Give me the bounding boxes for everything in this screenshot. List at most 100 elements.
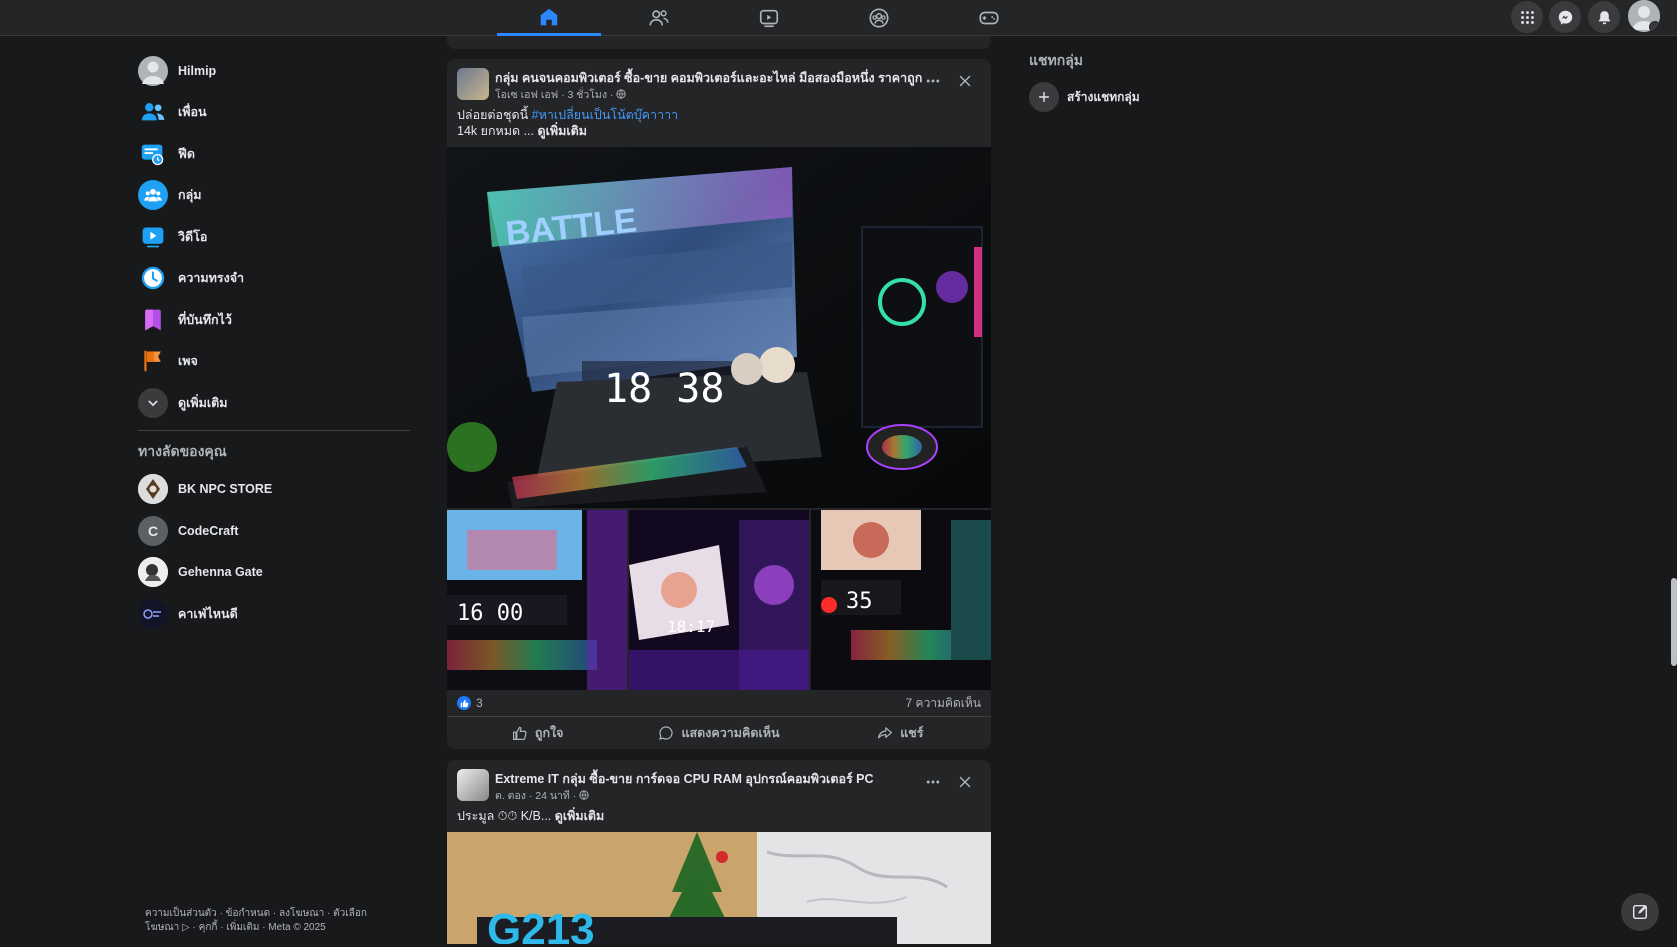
post-photo-main[interactable]: BATTLE 18 38 [447, 147, 991, 508]
profile-avatar[interactable] [1628, 0, 1660, 32]
sidebar-item-see-more[interactable]: ดูเพิ่มเติม [138, 382, 410, 424]
shortcut-item[interactable]: C CodeCraft [138, 510, 410, 552]
setup-photo-thumb: 35 [811, 510, 991, 690]
setup-photo-thumb: 16 00 [447, 510, 627, 690]
svg-text:G213: G213 [487, 905, 595, 944]
post-meta: ต. ตอง · 24 นาที · [495, 787, 589, 804]
footer-links[interactable]: ความเป็นส่วนตัว · ข้อกำหนด · ลงโฆษณา · ต… [145, 907, 405, 921]
profile-avatar [138, 55, 168, 86]
sidebar-item-profile[interactable]: Hilmip [138, 50, 410, 92]
post-hashtag[interactable]: #หาเปลี่ยนเป็นโน้ตบุ๊คาาาา [532, 108, 678, 122]
memories-icon [138, 263, 168, 293]
ellipsis-icon [926, 79, 940, 83]
video-icon [759, 9, 779, 28]
create-group-chat-button[interactable]: สร้างแชทกลุ่ม [1029, 82, 1329, 112]
thumbs-up-icon [512, 726, 527, 740]
sidebar-item-saved[interactable]: ที่บันทึกไว้ [138, 299, 410, 341]
shortcut-avatar [138, 598, 168, 629]
group-avatar[interactable] [457, 769, 489, 801]
tab-friends[interactable] [607, 0, 711, 36]
post-actions: ถูกใจ แสดงความคิดเห็น แชร์ [447, 717, 991, 749]
friends-icon [138, 97, 168, 127]
previous-post-tail [447, 36, 991, 49]
news-feed: กลุ่ม คนจนคอมพิวเตอร์ ซื้อ-ขาย คอมพิวเตอ… [447, 36, 991, 944]
shortcut-label: CodeCraft [178, 523, 239, 538]
tab-home[interactable] [497, 0, 601, 36]
sidebar-item-label: ฟีด [178, 146, 195, 161]
post-photo-thumb[interactable]: 35 [811, 510, 991, 690]
sidebar-item-pages[interactable]: เพจ [138, 341, 410, 383]
friends-icon [649, 10, 669, 26]
sidebar-item-label: ความทรงจำ [178, 271, 245, 286]
share-button[interactable]: แชร์ [810, 723, 991, 743]
home-icon [540, 8, 558, 25]
menu-grid-icon [1520, 10, 1534, 24]
comments-count[interactable]: 7 ความคิดเห็น [906, 694, 981, 713]
plus-icon [1029, 82, 1059, 112]
sidebar-item-friends[interactable]: เพื่อน [138, 92, 410, 134]
messenger-button[interactable] [1549, 1, 1581, 33]
post-photo-thumbnails: 16 00 18:17 35 [447, 510, 991, 690]
post-author-time[interactable]: ต. ตอง · 24 นาที · [495, 790, 579, 802]
post-text: ประมูล ⏱⏱ K/B... [457, 809, 555, 823]
left-sidebar: Hilmip เพื่อน ฟีด กลุ่ม วิดีโอ ความทรงจำ [138, 50, 410, 635]
shortcut-label: Gehenna Gate [178, 565, 263, 580]
post-group-name[interactable]: กลุ่ม คนจนคอมพิวเตอร์ ซื้อ-ขาย คอมพิวเตอ… [495, 68, 922, 88]
hide-post-button[interactable] [953, 770, 977, 794]
share-label: แชร์ [900, 726, 924, 740]
feed-post: Extreme IT กลุ่ม ซื้อ-ขาย การ์ดจอ CPU RA… [447, 760, 991, 944]
close-icon [959, 776, 971, 788]
shortcut-item[interactable]: BK NPC STORE [138, 469, 410, 511]
post-body: ประมูล ⏱⏱ K/B... ดูเพิ่มเติม [447, 808, 991, 824]
post-photo-thumb[interactable]: 16 00 [447, 510, 627, 690]
compose-icon [1632, 904, 1648, 920]
post-text: 14k ยกหมด ... [457, 124, 538, 138]
scrollbar-thumb[interactable] [1671, 578, 1677, 666]
shortcut-item[interactable]: คาเฟ่ไหนดี [138, 593, 410, 635]
sidebar-item-label: Hilmip [178, 63, 217, 78]
sidebar-item-label: ดูเพิ่มเติม [178, 395, 228, 410]
sidebar-item-groups[interactable]: กลุ่ม [138, 175, 410, 217]
tab-groups[interactable] [827, 0, 931, 36]
sidebar-item-label: เพื่อน [178, 105, 207, 120]
ellipsis-icon [926, 780, 940, 784]
comment-button[interactable]: แสดงความคิดเห็น [628, 723, 809, 743]
like-button[interactable]: ถูกใจ [447, 723, 628, 743]
shortcuts-heading: ทางลัดของคุณ [138, 442, 227, 459]
groups-icon [138, 180, 168, 211]
shortcut-label: คาเฟ่ไหนดี [178, 606, 238, 621]
notifications-button[interactable] [1588, 1, 1620, 33]
more-options-button[interactable] [921, 69, 945, 93]
sidebar-item-memories[interactable]: ความทรงจำ [138, 258, 410, 300]
shortcut-item[interactable]: Gehenna Gate [138, 552, 410, 594]
flag-icon [138, 346, 168, 376]
comment-icon [659, 726, 674, 740]
reaction-count[interactable]: 3 [457, 696, 483, 711]
sidebar-item-feed[interactable]: ฟีด [138, 133, 410, 175]
post-photo-thumb[interactable]: 18:17 [629, 510, 809, 690]
tab-watch[interactable] [717, 0, 821, 36]
post-group-name[interactable]: Extreme IT กลุ่ม ซื้อ-ขาย การ์ดจอ CPU RA… [495, 769, 874, 789]
person-icon [142, 61, 164, 84]
shortcut-avatar [138, 557, 168, 588]
see-more-link[interactable]: ดูเพิ่มเติม [555, 809, 605, 823]
new-message-button[interactable] [1621, 893, 1659, 931]
chevron-down-icon [1649, 21, 1660, 32]
post-photo-main[interactable]: G213 [447, 832, 991, 944]
post-body: ปล่อยต่อชุดนี้ #หาเปลี่ยนเป็นโน้ตบุ๊คาาา… [447, 107, 991, 139]
page-scrollbar[interactable] [1669, 36, 1677, 947]
desk-clock-display: 16 00 [457, 601, 523, 626]
hide-post-button[interactable] [953, 69, 977, 93]
see-more-link[interactable]: ดูเพิ่มเติม [537, 124, 587, 138]
sidebar-item-video[interactable]: วิดีโอ [138, 216, 410, 258]
tab-gaming[interactable] [937, 0, 1041, 36]
footer-links[interactable]: โฆษณา ▷ · คุกกี้ · เพิ่มเติม · Meta © 20… [145, 921, 405, 935]
post-author-time[interactable]: โอเซ เอฟ เอฟ · 3 ชั่วโมง · [495, 89, 616, 101]
create-group-chat-label: สร้างแชทกลุ่ม [1067, 89, 1140, 104]
post-text: ปล่อยต่อชุดนี้ [457, 108, 532, 122]
more-options-button[interactable] [921, 770, 945, 794]
group-chats-heading: แชทกลุ่ม [1029, 52, 1084, 68]
menu-button[interactable] [1511, 1, 1543, 33]
globe-icon [579, 790, 589, 800]
group-avatar[interactable] [457, 68, 489, 100]
